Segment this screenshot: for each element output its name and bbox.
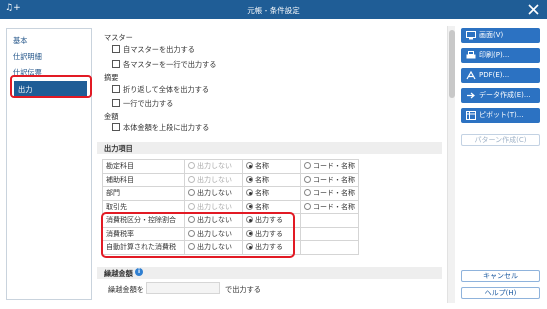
pivot-table-icon [466, 111, 476, 120]
radio-label: 名称 [255, 189, 269, 198]
radio-label: コード・名称 [313, 162, 355, 171]
radio-opt2[interactable] [246, 175, 253, 183]
own-master-label: 自マスターを出力する [123, 45, 195, 54]
table-row: 補助科目 出力しない 名称 コード・名称 [102, 172, 359, 187]
item-name: 部門 [102, 186, 185, 201]
sidebar-nav: 基本 仕訳明細 仕訳伝票 出力 [6, 28, 92, 300]
option-cell [300, 213, 359, 228]
data-export-button-label: データ作成(E)... [479, 91, 531, 99]
output-items-section-header: 出力項目 [97, 142, 442, 154]
body-amount-label: 本体金額を上段に出力する [123, 123, 210, 132]
radio-label: 名称 [255, 175, 269, 184]
carryover-amount-field[interactable] [146, 282, 220, 294]
option-cell: コード・名称 [300, 186, 359, 201]
title-bar: ♫+ 元帳 - 条件設定 [0, 0, 547, 19]
pdf-icon [466, 71, 476, 80]
radio-opt1[interactable] [188, 189, 195, 197]
settings-panel: マスター 自マスターを出力する 各マスターを一行で出力する 摘要 折り返して全体… [97, 26, 447, 303]
pattern-create-button[interactable]: パターン作成(C) [461, 134, 540, 146]
screen-button-label: 画面(V) [479, 31, 504, 39]
print-button-label: 印刷(P)... [479, 51, 510, 59]
radio-label: コード・名称 [313, 175, 355, 184]
data-export-button[interactable]: データ作成(E)... [461, 88, 540, 103]
radio-label: 出力しない [197, 189, 232, 198]
close-icon[interactable] [528, 4, 539, 15]
radio-opt3[interactable] [304, 162, 311, 170]
print-button[interactable]: 印刷(P)... [461, 48, 540, 63]
carryover-suffix: で出力する [225, 285, 261, 294]
checkbox-one-line[interactable] [112, 99, 120, 107]
carryover-heading: 繰越金額 [104, 269, 133, 278]
master-heading: マスター [104, 33, 133, 42]
screen-button[interactable]: 画面(V) [461, 28, 540, 43]
option-cell: 出力しない [184, 159, 243, 174]
carryover-label: 繰越金額を [108, 285, 144, 294]
table-row: 部門 出力しない 名称 コード・名称 [102, 186, 359, 201]
radio-opt1[interactable] [188, 202, 195, 210]
option-cell: コード・名称 [300, 199, 359, 214]
option-cell: 名称 [242, 159, 301, 174]
output-items-heading: 出力項目 [104, 144, 133, 153]
radio-label: 出力しない [197, 175, 232, 184]
printer-icon [466, 51, 476, 59]
data-export-icon [467, 92, 475, 99]
radio-label: 出力しない [197, 162, 232, 171]
wrap-all-label: 折り返して全体を出力する [123, 85, 210, 94]
checkbox-wrap-all[interactable] [112, 85, 120, 93]
radio-label: 名称 [255, 162, 269, 171]
radio-label: 名称 [255, 202, 269, 211]
checkbox-each-master-one-line[interactable] [112, 60, 120, 68]
one-line-label: 一行で出力する [123, 99, 174, 108]
pivot-button[interactable]: ピボット(T)... [461, 108, 540, 123]
radio-opt2[interactable] [246, 202, 253, 210]
info-icon[interactable]: i [135, 268, 143, 276]
item-name: 補助科目 [102, 172, 185, 187]
radio-opt1[interactable] [188, 162, 195, 170]
scrollbar[interactable] [447, 26, 455, 303]
sidebar-item-journal-detail[interactable]: 仕訳明細 [13, 49, 42, 64]
each-master-label: 各マスターを一行で出力する [123, 60, 217, 69]
tekiyo-heading: 摘要 [104, 73, 119, 82]
option-cell: 名称 [242, 172, 301, 187]
option-cell: 出力しない [184, 186, 243, 201]
radio-opt3[interactable] [304, 175, 311, 183]
pivot-button-label: ピボット(T)... [479, 111, 524, 119]
red-highlight-nav [10, 75, 92, 98]
window-title: 元帳 - 条件設定 [247, 6, 300, 15]
red-highlight-tax-rows [101, 212, 295, 258]
scrollbar-thumb[interactable] [449, 30, 455, 98]
item-name: 勘定科目 [102, 159, 185, 174]
radio-opt3[interactable] [304, 202, 311, 210]
sidebar-item-basic[interactable]: 基本 [13, 33, 27, 48]
radio-label: コード・名称 [313, 202, 355, 211]
table-row: 勘定科目 出力しない 名称 コード・名称 [102, 159, 359, 174]
checkbox-own-master[interactable] [112, 45, 120, 53]
monitor-icon [466, 31, 476, 40]
help-button[interactable]: ヘルプ(H) [461, 287, 540, 299]
option-cell: コード・名称 [300, 172, 359, 187]
radio-label: 出力しない [197, 202, 232, 211]
radio-opt3[interactable] [304, 189, 311, 197]
checkbox-body-amount-top[interactable] [112, 123, 120, 131]
radio-opt2[interactable] [246, 189, 253, 197]
radio-opt2[interactable] [246, 162, 253, 170]
radio-label: コード・名称 [313, 189, 355, 198]
option-cell: 名称 [242, 186, 301, 201]
option-cell: コード・名称 [300, 159, 359, 174]
pdf-button[interactable]: PDF(E)... [461, 68, 540, 83]
option-cell [300, 240, 359, 255]
option-cell: 出力しない [184, 172, 243, 187]
carryover-section-header: 繰越金額 [97, 267, 442, 279]
option-cell [300, 226, 359, 241]
radio-opt1[interactable] [188, 175, 195, 183]
kingaku-heading: 金額 [104, 112, 119, 121]
pdf-button-label: PDF(E)... [479, 71, 510, 79]
cancel-button[interactable]: キャンセル [461, 270, 540, 282]
